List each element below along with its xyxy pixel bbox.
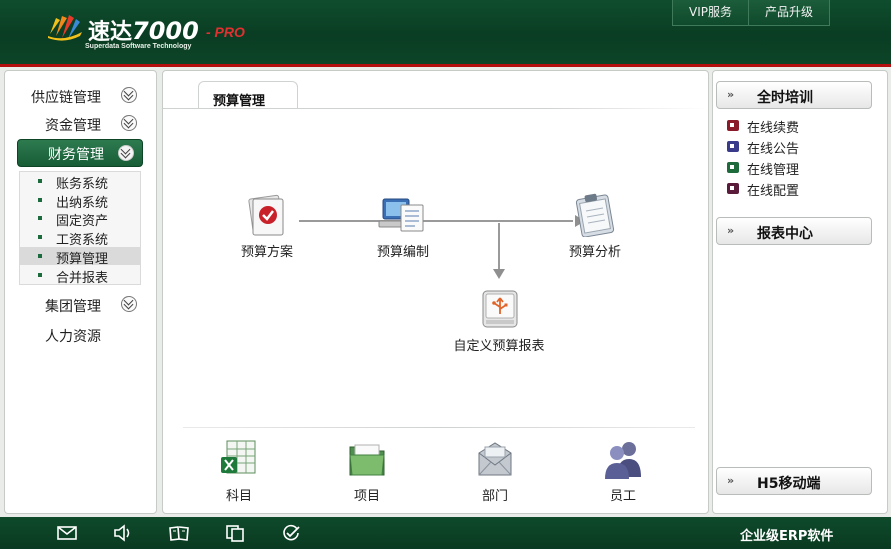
main-panel: 预算管理 预算方案 预算编制 预算分析 自定义预算报表 科目 项目 部门 员工 bbox=[162, 70, 709, 514]
submenu-item-accounting[interactable]: 账务系统 bbox=[20, 172, 140, 192]
flow-node-budget-compile[interactable]: 预算编制 bbox=[375, 193, 431, 260]
bullet-icon bbox=[38, 198, 42, 202]
link-label: 在线配置 bbox=[747, 184, 800, 199]
double-chevron-right-icon: » bbox=[727, 474, 735, 487]
computer-document-icon bbox=[378, 198, 424, 232]
chevron-down-icon[interactable] bbox=[121, 87, 137, 103]
submenu-item-consolidated[interactable]: 合并报表 bbox=[20, 266, 140, 286]
logo-suffix: - PRO bbox=[206, 24, 245, 40]
h5-mobile-label: H5移动端 bbox=[757, 476, 821, 492]
clipboard-icon bbox=[575, 193, 615, 237]
training-label: 全时培训 bbox=[757, 90, 813, 106]
submenu-label: 账务系统 bbox=[56, 177, 109, 192]
double-chevron-right-icon: » bbox=[727, 224, 735, 237]
spreadsheet-icon bbox=[221, 440, 256, 474]
right-panel: » 全时培训 在线续费 在线公告 在线管理 在线配置 » 报表中心 » H5移动… bbox=[712, 70, 888, 514]
logo-tagline: Superdata Software Technology bbox=[85, 43, 192, 50]
bullet-icon bbox=[38, 254, 42, 258]
menu-label: 人力资源 bbox=[45, 329, 101, 345]
flow-node-budget-plan[interactable]: 预算方案 bbox=[239, 193, 295, 260]
link-label: 在线公告 bbox=[747, 142, 800, 157]
shortcut-label: 科目 bbox=[225, 489, 252, 504]
training-button[interactable]: » 全时培训 bbox=[716, 81, 872, 109]
menu-hr[interactable]: 人力资源 bbox=[5, 322, 156, 348]
submenu-label: 合并报表 bbox=[56, 271, 109, 286]
submenu-item-cashier[interactable]: 出纳系统 bbox=[20, 191, 140, 211]
shortcut-subjects[interactable]: 科目 bbox=[209, 439, 269, 505]
flow-node-custom-report[interactable]: 自定义预算报表 bbox=[453, 287, 545, 354]
checkmark-document-icon bbox=[248, 194, 284, 236]
double-chevron-right-icon: » bbox=[727, 88, 735, 101]
chevron-down-icon[interactable] bbox=[121, 115, 137, 131]
menu-label: 财务管理 bbox=[48, 147, 104, 163]
logo-name: 速达7000 bbox=[88, 17, 199, 45]
menu-label: 供应链管理 bbox=[31, 90, 101, 106]
book-icon bbox=[727, 120, 739, 131]
submenu-label: 固定资产 bbox=[56, 214, 109, 229]
submenu-label: 工资系统 bbox=[56, 233, 109, 248]
submenu-item-fixed-assets[interactable]: 固定资产 bbox=[20, 209, 140, 229]
mail-icon[interactable] bbox=[56, 523, 78, 543]
top-links: VIP服务 产品升级 bbox=[672, 0, 831, 26]
node-label: 预算编制 bbox=[376, 245, 430, 260]
book-icon bbox=[727, 183, 739, 194]
chevron-down-icon[interactable] bbox=[121, 296, 137, 312]
finance-submenu: 账务系统 出纳系统 固定资产 工资系统 预算管理 合并报表 bbox=[19, 171, 141, 286]
vip-service-link[interactable]: VIP服务 bbox=[673, 0, 748, 25]
bullet-icon bbox=[38, 216, 42, 220]
submenu-item-budget[interactable]: 预算管理 bbox=[20, 247, 140, 267]
submenu-item-payroll[interactable]: 工资系统 bbox=[20, 228, 140, 248]
bullet-icon bbox=[38, 179, 42, 183]
left-sidebar: 供应链管理 资金管理 财务管理 账务系统 出纳系统 固定资产 工资系统 预算管理 bbox=[4, 70, 157, 514]
node-label: 预算分析 bbox=[568, 245, 622, 260]
menu-funds[interactable]: 资金管理 bbox=[5, 111, 156, 137]
product-tagline: 企业级ERP软件 bbox=[740, 529, 834, 544]
section-divider bbox=[183, 427, 695, 428]
copy-icon[interactable] bbox=[224, 523, 246, 543]
shortcut-label: 部门 bbox=[481, 489, 508, 504]
flow-node-budget-analysis[interactable]: 预算分析 bbox=[567, 193, 623, 260]
arrow-head-icon bbox=[493, 269, 505, 279]
menu-supply-chain[interactable]: 供应链管理 bbox=[5, 83, 156, 109]
shortcut-label: 项目 bbox=[353, 489, 380, 504]
report-center-button[interactable]: » 报表中心 bbox=[716, 217, 872, 245]
bullet-icon bbox=[38, 235, 42, 239]
app-header: 速达7000 - PRO Superdata Software Technolo… bbox=[0, 0, 891, 64]
envelope-icon bbox=[478, 442, 512, 476]
report-center-label: 报表中心 bbox=[757, 226, 813, 242]
check-circle-icon[interactable] bbox=[280, 523, 302, 543]
users-icon bbox=[605, 442, 641, 479]
menu-label: 集团管理 bbox=[45, 299, 101, 315]
folder-icon bbox=[349, 444, 385, 476]
h5-mobile-button[interactable]: » H5移动端 bbox=[716, 467, 872, 495]
book-icon bbox=[727, 162, 739, 173]
shortcut-label: 员工 bbox=[609, 489, 636, 504]
app-footer: 企业级ERP软件 bbox=[0, 517, 891, 549]
bullet-icon bbox=[38, 273, 42, 277]
product-upgrade-link[interactable]: 产品升级 bbox=[748, 0, 829, 25]
shortcut-departments[interactable]: 部门 bbox=[465, 439, 525, 505]
book-icon[interactable] bbox=[168, 523, 190, 543]
logo-mark-icon bbox=[48, 15, 82, 41]
link-label: 在线续费 bbox=[747, 121, 800, 136]
node-label: 自定义预算报表 bbox=[453, 339, 545, 354]
usb-drive-icon bbox=[482, 290, 518, 328]
shortcut-projects[interactable]: 项目 bbox=[337, 439, 397, 505]
menu-group[interactable]: 集团管理 bbox=[5, 292, 156, 318]
menu-label: 资金管理 bbox=[45, 118, 101, 134]
submenu-label: 预算管理 bbox=[56, 252, 109, 267]
menu-finance[interactable]: 财务管理 bbox=[17, 139, 143, 167]
header-divider bbox=[0, 64, 891, 67]
link-label: 在线管理 bbox=[747, 163, 800, 178]
node-label: 预算方案 bbox=[240, 245, 294, 260]
shortcut-employees[interactable]: 员工 bbox=[593, 439, 653, 505]
book-icon bbox=[727, 141, 739, 152]
chevron-down-icon[interactable] bbox=[118, 145, 134, 161]
speaker-icon[interactable] bbox=[112, 523, 134, 543]
